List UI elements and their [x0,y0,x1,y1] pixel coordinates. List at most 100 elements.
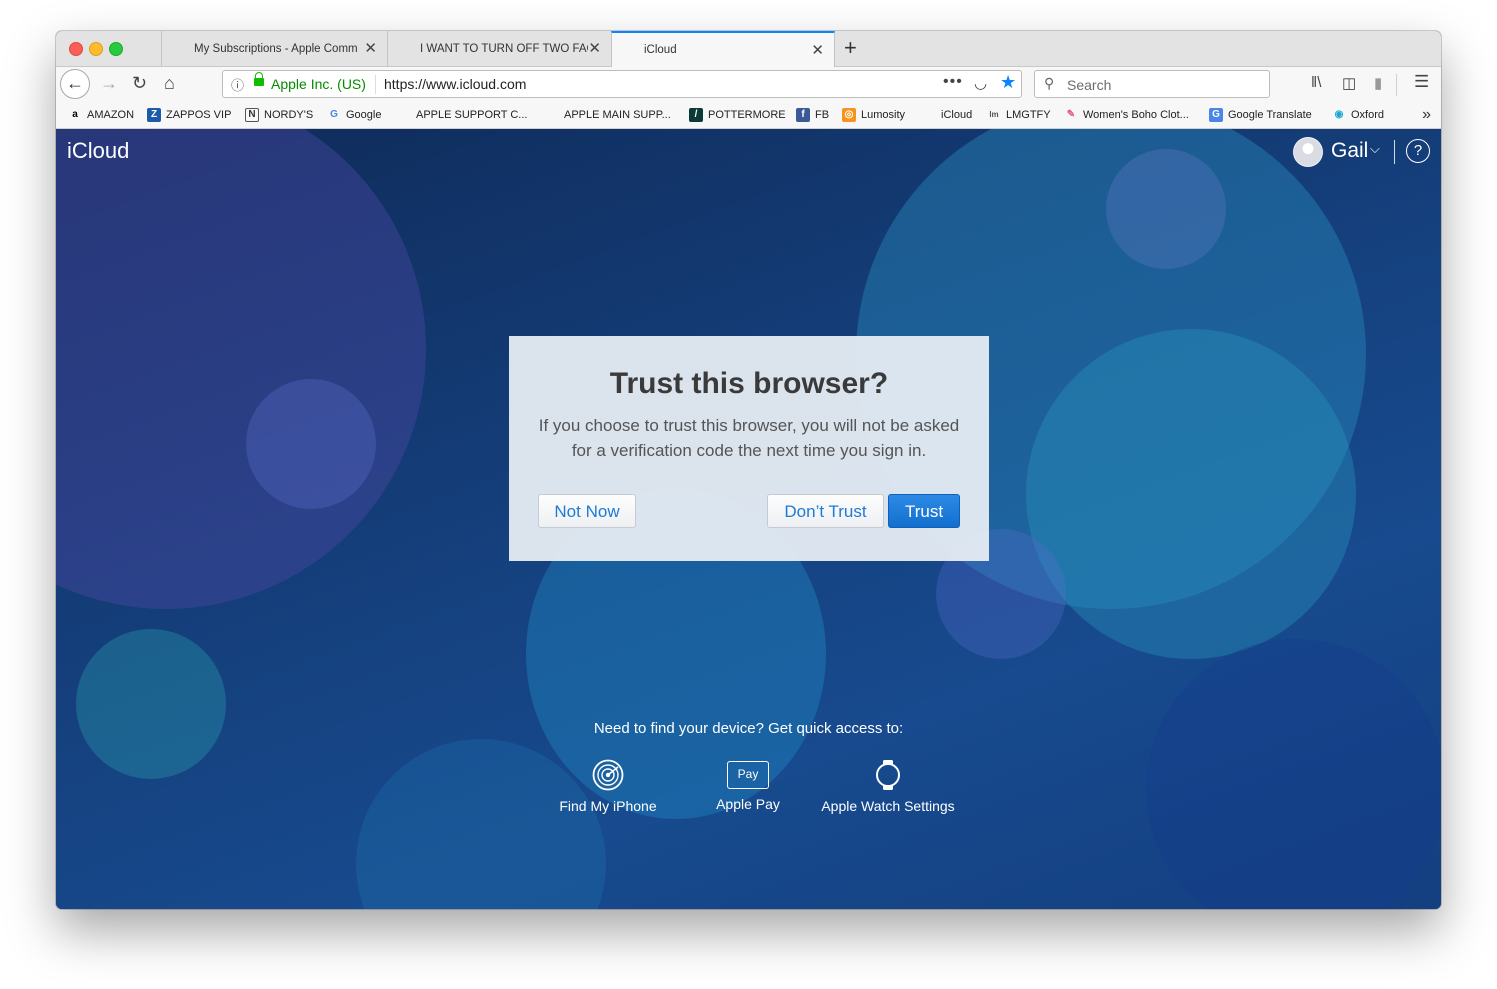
apple-icon [397,108,411,122]
dont-trust-button[interactable]: Don’t Trust [767,494,884,528]
background-bokeh [76,629,226,779]
home-button[interactable]: ⌂ [164,73,175,94]
bookmark-label: LMGTFY [1006,109,1051,121]
more-bookmarks-icon[interactable]: » [1422,106,1431,124]
apple-pay-link[interactable]: Pay Apple Pay [678,759,818,812]
background-bokeh [56,129,426,609]
bookmark-google-translate[interactable]: G Google Translate [1209,108,1312,122]
bookmark-label: FB [815,109,830,121]
bookmark-apple-support[interactable]: APPLE SUPPORT C... [397,108,527,122]
search-placeholder: Search [1067,77,1112,93]
lmgtfy-icon: lm [989,110,999,119]
bookmark-oxford[interactable]: ◉ Oxford [1332,108,1384,122]
google-translate-icon: G [1209,108,1223,122]
library-icon[interactable]: ‖\ [1311,74,1321,91]
background-bokeh [1106,149,1226,269]
url-text[interactable]: https://www.icloud.com [384,76,526,92]
search-box[interactable]: ⚲ Search [1034,70,1270,98]
find-my-iphone-icon [592,759,624,791]
not-now-button[interactable]: Not Now [538,494,636,528]
bookmark-icloud[interactable]: iCloud [922,108,972,122]
info-icon[interactable]: ⓘ [231,75,244,94]
google-icon: G [330,109,338,120]
close-tab-icon[interactable]: ✕ [364,39,377,57]
bookmark-nordys[interactable]: N NORDY'S [245,108,313,122]
bookmark-label: NORDY'S [264,109,314,121]
bookmark-lumosity[interactable]: ◎ Lumosity [842,108,905,122]
nordstrom-icon: N [245,108,259,122]
bookmark-label: iCloud [941,109,973,121]
bookmark-zappos[interactable]: Z ZAPPOS VIP [147,108,231,122]
bookmark-label: Lumosity [861,109,906,121]
site-identity[interactable]: Apple Inc. (US) [271,76,366,92]
extension-icon[interactable]: ▮ [1374,74,1382,92]
bookmark-label: Google [346,109,382,121]
close-tab-icon[interactable]: ✕ [588,39,601,57]
bookmark-lmgtfy[interactable]: lm LMGTFY [987,108,1051,122]
facebook-icon: f [796,108,810,122]
back-button[interactable]: ← [60,69,90,99]
dialog-title: Trust this browser? [609,367,889,400]
bookmark-star-icon[interactable]: ★ [1000,72,1016,93]
bookmark-pottermore[interactable]: / POTTERMORE [689,108,786,122]
bookmark-womens-boho[interactable]: ✎ Women's Boho Clot... [1064,108,1189,122]
tab-icloud[interactable]: iCloud ✕ [611,31,835,67]
bookmark-label: ZAPPOS VIP [166,109,232,121]
divider [375,75,376,94]
avatar[interactable] [1293,137,1323,167]
apple-pay-label: Apple Pay [716,796,780,812]
pocket-icon[interactable]: ◡ [974,74,987,92]
tab-two-factor[interactable]: I WANT TO TURN OFF TWO FAC ✕ [387,31,611,66]
apple-watch-icon [872,759,904,791]
navigation-bar: ← → ↻ ⌂ ⓘ Apple Inc. (US) https://www.ic… [56,67,1441,103]
bookmark-amazon[interactable]: a AMAZON [68,108,134,122]
close-window-button[interactable] [69,42,83,56]
reload-button[interactable]: ↻ [132,73,147,94]
tab-title: I WANT TO TURN OFF TWO FAC [420,42,588,55]
menu-icon[interactable]: ☰ [1414,72,1429,92]
apple-watch-settings-link[interactable]: Apple Watch Settings [818,759,958,814]
bookmark-label: Oxford [1351,109,1385,121]
close-tab-icon[interactable]: ✕ [811,41,824,59]
chevron-down-icon[interactable]: ⌵ [1370,141,1380,157]
toolbar-divider [1396,74,1397,96]
lock-icon [254,72,264,86]
icloud-logo[interactable]: iCloud [67,138,129,164]
user-menu[interactable]: Gail [1331,139,1368,163]
background-bokeh [1146,639,1441,909]
trust-button[interactable]: Trust [888,494,960,528]
boho-icon: ✎ [1066,109,1076,120]
zappos-icon: Z [147,108,161,122]
apple-watch-settings-label: Apple Watch Settings [821,798,955,814]
quick-access-heading: Need to find your device? Get quick acce… [593,720,904,737]
maximize-window-button[interactable] [109,42,123,56]
tab-my-subscriptions[interactable]: My Subscriptions - Apple Comm ✕ [161,31,387,66]
bookmark-label: Women's Boho Clot... [1083,109,1189,121]
minimize-window-button[interactable] [89,42,103,56]
find-my-iphone-label: Find My iPhone [559,798,657,814]
page-actions-icon[interactable]: ••• [943,73,963,91]
url-bar[interactable]: ⓘ Apple Inc. (US) https://www.icloud.com… [222,70,1022,98]
new-tab-button[interactable]: + [844,35,857,61]
divider [1394,140,1395,164]
bookmarks-toolbar: a AMAZON Z ZAPPOS VIP N NORDY'S G Google APP… [56,103,1441,129]
tab-title: iCloud [644,44,677,56]
apple-pay-badge: Pay [737,767,759,781]
trust-browser-dialog: Trust this browser? If you choose to tru… [509,336,989,561]
sidebar-icon[interactable]: ◫ [1342,74,1356,92]
oxford-icon: ◉ [1334,109,1344,120]
bookmark-apple-main[interactable]: APPLE MAIN SUPP... [545,108,671,122]
find-my-iphone-link[interactable]: Find My iPhone [538,759,678,814]
bookmark-label: POTTERMORE [708,109,786,121]
help-icon[interactable]: ? [1406,139,1430,163]
bookmark-label: Google Translate [1228,109,1312,121]
tab-title: My Subscriptions - Apple Comm [194,42,358,55]
dialog-message: If you choose to trust this browser, you… [538,416,960,460]
browser-window: My Subscriptions - Apple Comm ✕ I WANT T… [56,31,1441,909]
bookmark-fb[interactable]: f FB [796,108,829,122]
forward-button[interactable]: → [100,73,118,94]
background-bokeh [246,379,376,509]
bookmark-label: AMAZON [87,109,135,121]
apple-pay-icon: Pay [727,761,769,789]
bookmark-google[interactable]: G Google [327,108,381,122]
